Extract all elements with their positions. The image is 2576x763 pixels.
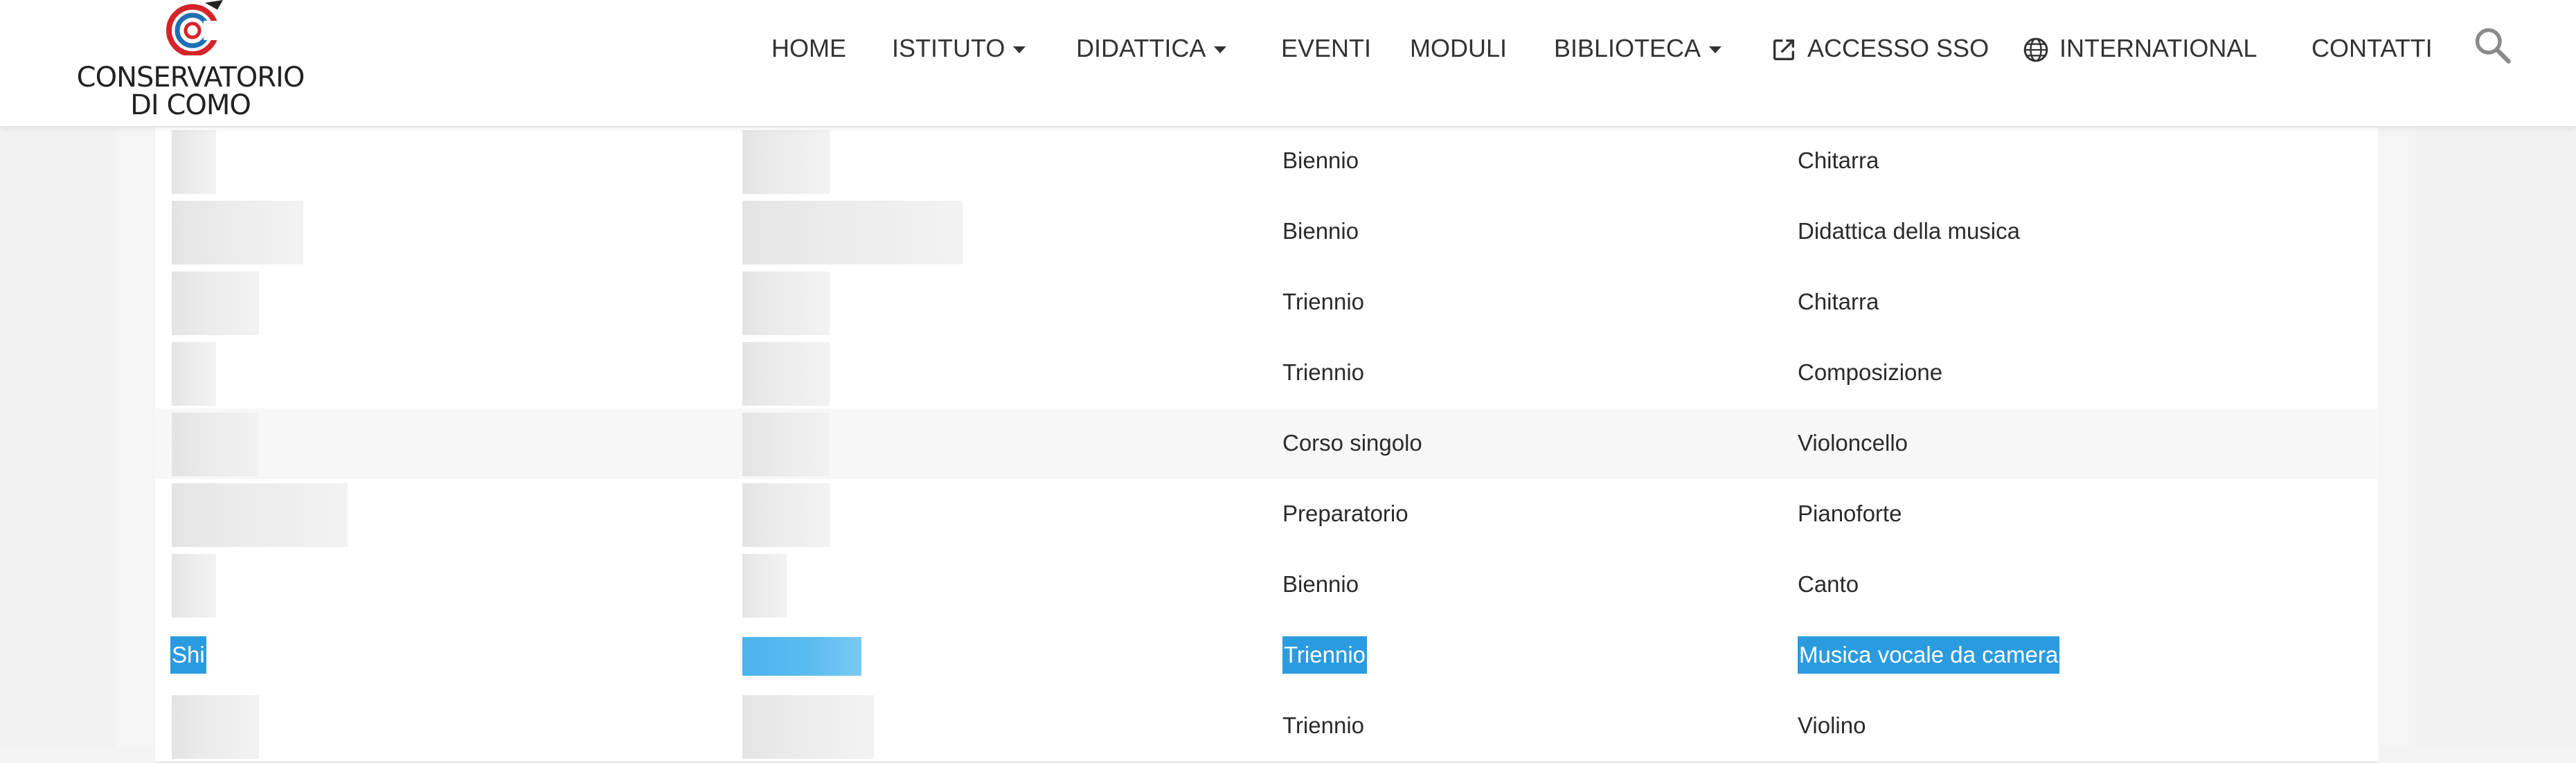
cell-level: Preparatorio — [1282, 501, 1408, 526]
cell-instrument: Chitarra — [1798, 289, 1879, 314]
cell-level: Triennio — [1282, 289, 1364, 314]
table-row[interactable]: Corso singolo Violoncello — [155, 409, 2378, 481]
table-row[interactable]: Biennio Chitarra — [155, 126, 2378, 198]
site-header: CONSERVATORIO DI COMO HOME ISTITUTO DIDA… — [0, 0, 2576, 127]
redacted-surname-selected — [742, 637, 861, 676]
cell-level-text: Triennio — [1282, 636, 1367, 674]
table-row[interactable]: Biennio Didattica della musica — [155, 197, 2378, 269]
cell-name: Shi — [170, 620, 206, 690]
table-row[interactable]: Biennio Canto — [155, 550, 2378, 622]
cell-instrument: Chitarra — [1798, 147, 1879, 173]
cell-name-text: Shi — [170, 636, 206, 674]
cell-instrument: Composizione — [1798, 359, 1943, 385]
redacted-surname — [742, 413, 830, 476]
site-logo[interactable]: CONSERVATORIO DI COMO — [76, 0, 305, 125]
table-row[interactable]: Preparatorio Pianoforte — [155, 479, 2378, 551]
redacted-name — [172, 695, 259, 759]
redacted-surname — [742, 695, 874, 759]
nav-home-label: HOME — [771, 34, 846, 62]
logo-mark-icon — [166, 0, 224, 55]
redacted-surname — [742, 201, 963, 264]
redacted-surname — [742, 130, 830, 194]
caret-down-icon — [1013, 46, 1026, 54]
cell-level: Biennio — [1282, 147, 1359, 173]
nav-biblioteca-label: BIBLIOTECA — [1554, 34, 1701, 62]
redacted-name — [172, 271, 259, 335]
nav-international-label: INTERNATIONAL — [2059, 34, 2257, 62]
redacted-surname — [742, 342, 830, 406]
nav-contatti-label: CONTATTI — [2311, 34, 2433, 62]
cell-level: Triennio — [1282, 359, 1364, 385]
nav-istituto-label: ISTITUTO — [892, 34, 1005, 62]
redacted-name — [172, 483, 348, 547]
nav-contatti[interactable]: CONTATTI — [2311, 28, 2433, 69]
redacted-name — [172, 201, 303, 264]
nav-moduli[interactable]: MODULI — [1410, 28, 1507, 69]
cell-level: Triennio — [1282, 712, 1364, 738]
nav-eventi[interactable]: EVENTI — [1281, 28, 1371, 69]
nav-international[interactable]: INTERNATIONAL — [2022, 28, 2257, 69]
nav-istituto[interactable]: ISTITUTO — [892, 28, 1026, 69]
nav-eventi-label: EVENTI — [1281, 34, 1372, 62]
cell-instrument: Violoncello — [1798, 430, 1908, 456]
nav-moduli-label: MODULI — [1410, 34, 1508, 62]
cell-instrument: Pianoforte — [1798, 501, 1902, 526]
content-panel: Biennio Chitarra Biennio Didattica della… — [116, 126, 2415, 763]
nav-home[interactable]: HOME — [771, 28, 846, 69]
page-margin-right — [2415, 126, 2576, 748]
logo-text-line2: DI COMO — [130, 89, 251, 121]
nav-accesso-sso-label: ACCESSO SSO — [1807, 34, 1989, 62]
logo-text-line1: CONSERVATORIO — [76, 62, 305, 93]
nav-biblioteca[interactable]: BIBLIOTECA — [1554, 28, 1722, 69]
external-link-icon — [1773, 39, 1794, 61]
table-row[interactable]: Triennio Composizione — [155, 338, 2378, 410]
cell-instrument: Canto — [1798, 571, 1859, 597]
nav-didattica[interactable]: DIDATTICA — [1076, 28, 1227, 69]
search-icon[interactable] — [2472, 25, 2514, 66]
redacted-surname — [742, 271, 830, 335]
cell-level: Biennio — [1282, 571, 1359, 597]
table-row-selected[interactable]: Shi Triennio Musica vocale da camera — [155, 620, 2378, 692]
nav-didattica-label: DIDATTICA — [1076, 34, 1206, 62]
cell-level: Triennio — [1282, 620, 1367, 690]
cell-level: Corso singolo — [1282, 430, 1422, 456]
globe-icon — [2023, 38, 2048, 62]
cell-instrument: Musica vocale da camera — [1798, 620, 2060, 690]
cell-instrument: Violino — [1798, 712, 1866, 738]
redacted-surname — [742, 554, 787, 618]
caret-down-icon — [1214, 46, 1227, 54]
cell-instrument: Didattica della musica — [1798, 218, 2020, 244]
redacted-name — [172, 342, 216, 406]
redacted-surname — [742, 483, 830, 547]
cell-instrument-text: Musica vocale da camera — [1798, 636, 2060, 674]
table-row[interactable]: Triennio Violino — [155, 691, 2378, 763]
cell-level: Biennio — [1282, 218, 1359, 244]
page-margin-left — [0, 126, 116, 748]
table-row[interactable]: Triennio Chitarra — [155, 267, 2378, 339]
caret-down-icon — [1709, 46, 1722, 54]
redacted-name — [172, 413, 259, 476]
nav-accesso-sso[interactable]: ACCESSO SSO — [1770, 28, 1989, 69]
redacted-name — [172, 554, 216, 618]
redacted-name — [172, 130, 216, 194]
